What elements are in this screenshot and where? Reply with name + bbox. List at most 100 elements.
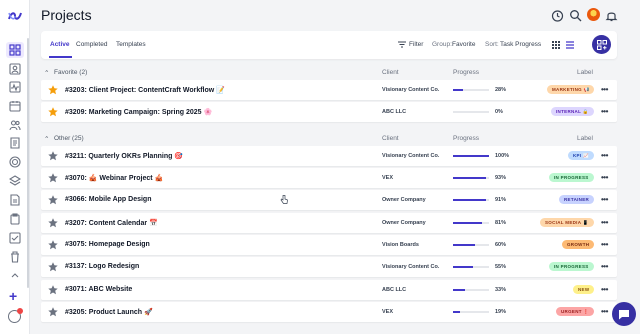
- column-progress[interactable]: Progress: [453, 135, 479, 142]
- progress-bar: [453, 155, 489, 157]
- tab-templates[interactable]: Templates: [116, 41, 146, 48]
- trash-icon[interactable]: [8, 250, 22, 264]
- table-row[interactable]: #3207: Content Calendar 📅 Owner Company 81…: [41, 213, 617, 233]
- project-name[interactable]: #3075: Homepage Design: [65, 241, 150, 248]
- calendar-icon[interactable]: [8, 99, 22, 113]
- progress-percent: 19%: [495, 309, 507, 315]
- star-icon[interactable]: [48, 195, 58, 205]
- add-project-button[interactable]: [592, 35, 611, 54]
- chevron-up-icon[interactable]: [8, 268, 22, 282]
- column-client[interactable]: Client: [382, 135, 399, 142]
- label-badge[interactable]: RETAINER: [559, 195, 595, 204]
- table-row[interactable]: #3209: Marketing Campaign: Spring 2025 🌸…: [41, 102, 617, 122]
- timer-icon[interactable]: [551, 9, 564, 22]
- progress-percent: 0%: [495, 109, 503, 115]
- table-row[interactable]: #3205: Product Launch 🚀 VEX 19% URGENT ❗ •••: [41, 302, 617, 322]
- project-name[interactable]: #3066: Mobile App Design: [65, 196, 151, 203]
- star-icon[interactable]: [48, 262, 58, 272]
- client-name: VEX: [382, 175, 394, 181]
- sidebar-scrollbar[interactable]: [27, 38, 29, 288]
- users-icon[interactable]: [8, 118, 22, 132]
- column-progress[interactable]: Progress: [453, 69, 479, 76]
- activity-icon[interactable]: [8, 80, 22, 94]
- column-label[interactable]: Label: [577, 135, 593, 142]
- label-badge[interactable]: IN PROGRESS: [549, 262, 594, 271]
- column-label[interactable]: Label: [577, 69, 593, 76]
- grid-icon[interactable]: [6, 42, 24, 58]
- star-icon[interactable]: [48, 151, 58, 161]
- chat-button[interactable]: [612, 302, 636, 326]
- target-icon[interactable]: [8, 155, 22, 169]
- table-row[interactable]: #3137: Logo Redesign Visionary Content Co…: [41, 257, 617, 277]
- column-client[interactable]: Client: [382, 69, 399, 76]
- star-icon[interactable]: [48, 218, 58, 228]
- client-name: Visionary Content Co.: [382, 264, 440, 270]
- label-badge[interactable]: INTERNAL 🔒: [551, 107, 594, 116]
- tab-completed[interactable]: Completed: [76, 41, 107, 48]
- table-row[interactable]: #3071: ABC Website ABC LLC 33% NEW •••: [41, 280, 617, 300]
- collapse-chevron-icon[interactable]: ⌃: [44, 135, 49, 143]
- help-icon[interactable]: [8, 308, 23, 323]
- sort-value[interactable]: Task Progress: [500, 41, 541, 48]
- layers-icon[interactable]: [8, 174, 22, 188]
- more-options-icon[interactable]: •••: [601, 85, 608, 94]
- more-options-icon[interactable]: •••: [601, 218, 608, 227]
- grid-view-icon[interactable]: [552, 41, 560, 49]
- contact-icon[interactable]: [8, 62, 22, 76]
- label-badge[interactable]: MARKETING 📢: [547, 85, 595, 94]
- collapse-chevron-icon[interactable]: ⌃: [44, 69, 49, 77]
- project-name[interactable]: #3205: Product Launch 🚀: [65, 308, 153, 316]
- star-icon[interactable]: [48, 107, 58, 117]
- table-row[interactable]: #3075: Homepage Design Vision Boards 60% GR…: [41, 235, 617, 255]
- label-badge[interactable]: KPI 📈: [568, 151, 594, 160]
- group-title: Favorite (2): [54, 69, 88, 76]
- table-row[interactable]: #3070: 🎪 Webinar Project 🎪 VEX 93% IN PROGR…: [41, 168, 617, 188]
- more-options-icon[interactable]: •••: [601, 195, 608, 204]
- invoice-icon[interactable]: [8, 136, 22, 150]
- list-view-icon[interactable]: [566, 41, 574, 49]
- star-icon[interactable]: [48, 85, 58, 95]
- project-name[interactable]: #3207: Content Calendar 📅: [65, 219, 158, 227]
- project-name[interactable]: #3071: ABC Website: [65, 286, 132, 293]
- clipboard-icon[interactable]: [8, 212, 22, 226]
- project-name[interactable]: #3137: Logo Redesign: [65, 263, 139, 270]
- plus-icon[interactable]: +: [9, 289, 17, 303]
- filter-icon[interactable]: [398, 41, 406, 48]
- sort-prefix: Sort:: [485, 41, 499, 48]
- document-icon[interactable]: [8, 193, 22, 207]
- checklist-icon[interactable]: [8, 231, 22, 245]
- project-name[interactable]: #3209: Marketing Campaign: Spring 2025 🌸: [65, 108, 212, 116]
- table-row[interactable]: #3203: Client Project: ContentCraft Work…: [41, 80, 617, 100]
- more-options-icon[interactable]: •••: [601, 173, 608, 182]
- more-options-icon[interactable]: •••: [601, 262, 608, 271]
- star-icon[interactable]: [48, 173, 58, 183]
- table-row[interactable]: #3066: Mobile App Design Owner Company 91%…: [41, 190, 617, 210]
- label-badge[interactable]: SOCIAL MEDIA 📱: [540, 218, 594, 227]
- more-options-icon[interactable]: •••: [601, 107, 608, 116]
- star-icon[interactable]: [48, 240, 58, 250]
- label-badge[interactable]: NEW: [573, 285, 595, 294]
- group-header-favorite[interactable]: ⌃ Favorite (2) Client Progress Label: [41, 67, 617, 79]
- star-icon[interactable]: [48, 285, 58, 295]
- app-logo-icon[interactable]: [7, 8, 23, 24]
- more-options-icon[interactable]: •••: [601, 285, 608, 294]
- project-name[interactable]: #3203: Client Project: ContentCraft Work…: [65, 86, 225, 94]
- more-options-icon[interactable]: •••: [601, 151, 608, 160]
- table-row[interactable]: #3211: Quarterly OKRs Planning 🎯 Visionar…: [41, 146, 617, 166]
- group-header-other[interactable]: ⌃ Other (25) Client Progress Label: [41, 133, 617, 145]
- bell-icon[interactable]: [605, 9, 618, 22]
- avatar[interactable]: [587, 8, 600, 21]
- project-name[interactable]: #3211: Quarterly OKRs Planning 🎯: [65, 152, 183, 160]
- more-options-icon[interactable]: •••: [601, 240, 608, 249]
- label-badge[interactable]: IN PROGRESS: [549, 173, 594, 182]
- progress-fill: [453, 89, 464, 91]
- group-value[interactable]: Favorite: [452, 41, 475, 48]
- filter-button[interactable]: Filter: [409, 41, 423, 48]
- more-options-icon[interactable]: •••: [601, 307, 608, 316]
- project-name[interactable]: #3070: 🎪 Webinar Project 🎪: [65, 174, 163, 182]
- label-badge[interactable]: GROWTH: [562, 240, 595, 249]
- label-badge[interactable]: URGENT ❗: [556, 307, 595, 316]
- tab-active[interactable]: Active: [50, 41, 70, 48]
- star-icon[interactable]: [48, 307, 58, 317]
- search-icon[interactable]: [569, 9, 582, 22]
